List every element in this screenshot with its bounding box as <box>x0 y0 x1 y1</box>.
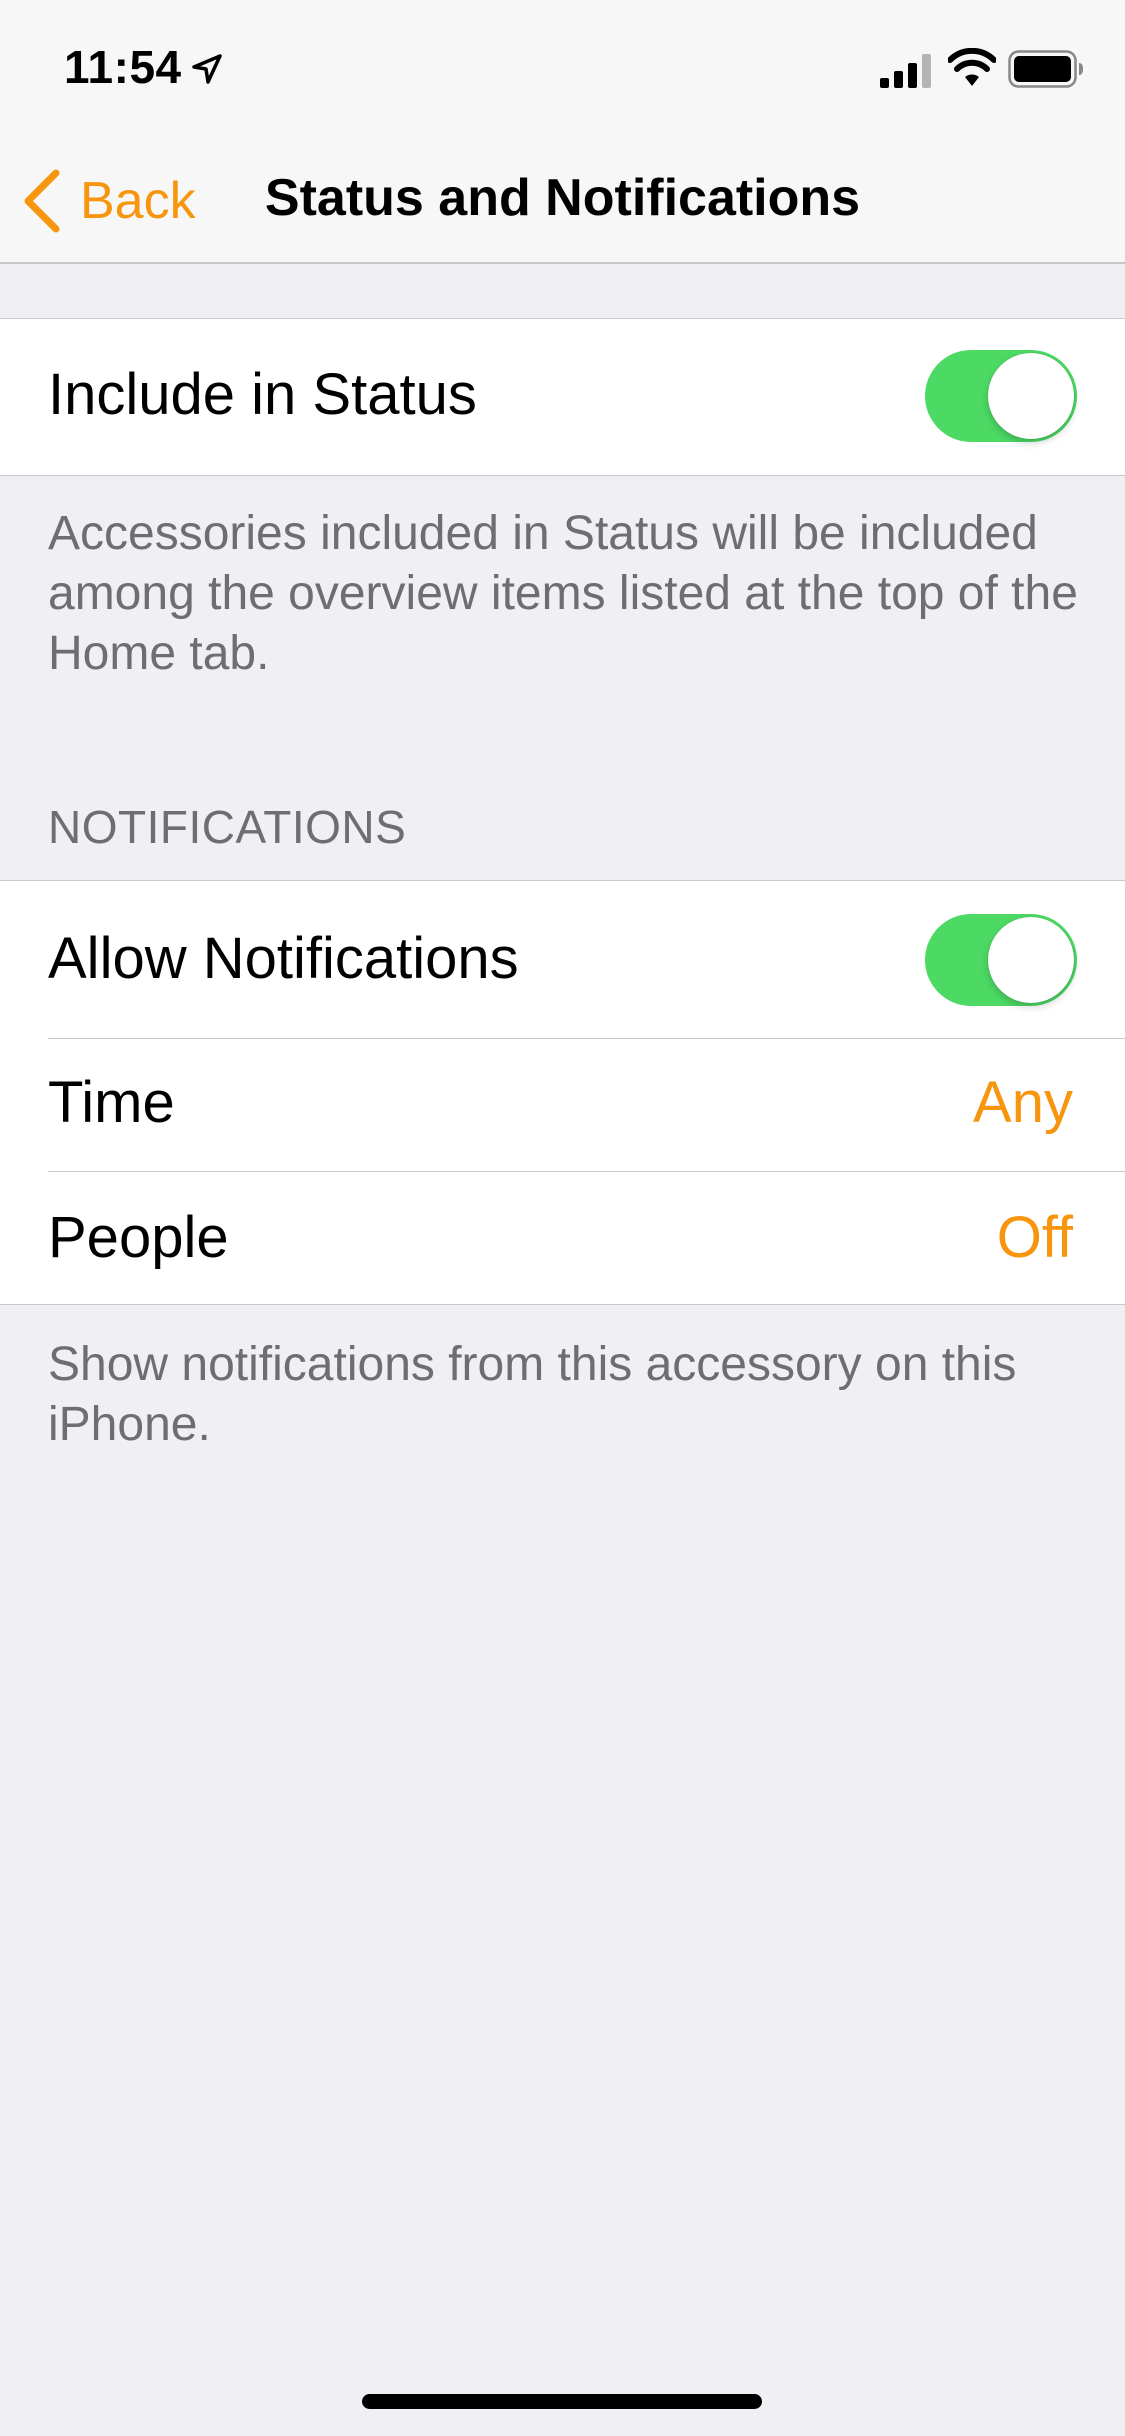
page-title: Status and Notifications <box>264 169 861 227</box>
cellular-signal-icon <box>880 54 931 88</box>
home-indicator <box>362 2394 762 2409</box>
notifications-footer-text: Show notifications from this accessory o… <box>48 1338 1017 1451</box>
status-time: 11:54 <box>64 41 182 93</box>
include-in-status-toggle[interactable] <box>925 350 1077 442</box>
notifications-group: Allow Notifications Time Any People Off <box>0 880 1125 1305</box>
time-value: Any <box>973 1070 1073 1135</box>
status-group: Include in Status <box>0 318 1125 476</box>
allow-notifications-toggle[interactable] <box>925 914 1077 1006</box>
include-in-status-label: Include in Status <box>48 362 477 427</box>
status-bar: 11:54 <box>0 0 1125 132</box>
toggle-knob <box>988 353 1074 439</box>
time-label: Time <box>48 1070 175 1135</box>
toggle-knob <box>988 917 1074 1003</box>
allow-notifications-label: Allow Notifications <box>48 926 519 991</box>
people-value: Off <box>996 1205 1073 1270</box>
navigation-bar: Back Status and Notifications <box>0 132 1125 264</box>
wifi-icon <box>948 48 996 86</box>
notifications-section-header: NOTIFICATIONS <box>48 801 407 853</box>
people-row[interactable]: People Off <box>0 1172 1125 1303</box>
screen: 11:54 Back Status and Notifications Incl… <box>0 0 1125 2436</box>
status-footer-text: Accessories included in Status will be i… <box>48 507 1078 680</box>
allow-notifications-row: Allow Notifications <box>0 881 1125 1039</box>
include-in-status-row: Include in Status <box>0 319 1125 474</box>
time-row[interactable]: Time Any <box>0 1039 1125 1172</box>
people-label: People <box>48 1205 229 1270</box>
battery-icon <box>1008 50 1083 88</box>
location-arrow-icon <box>192 54 222 84</box>
